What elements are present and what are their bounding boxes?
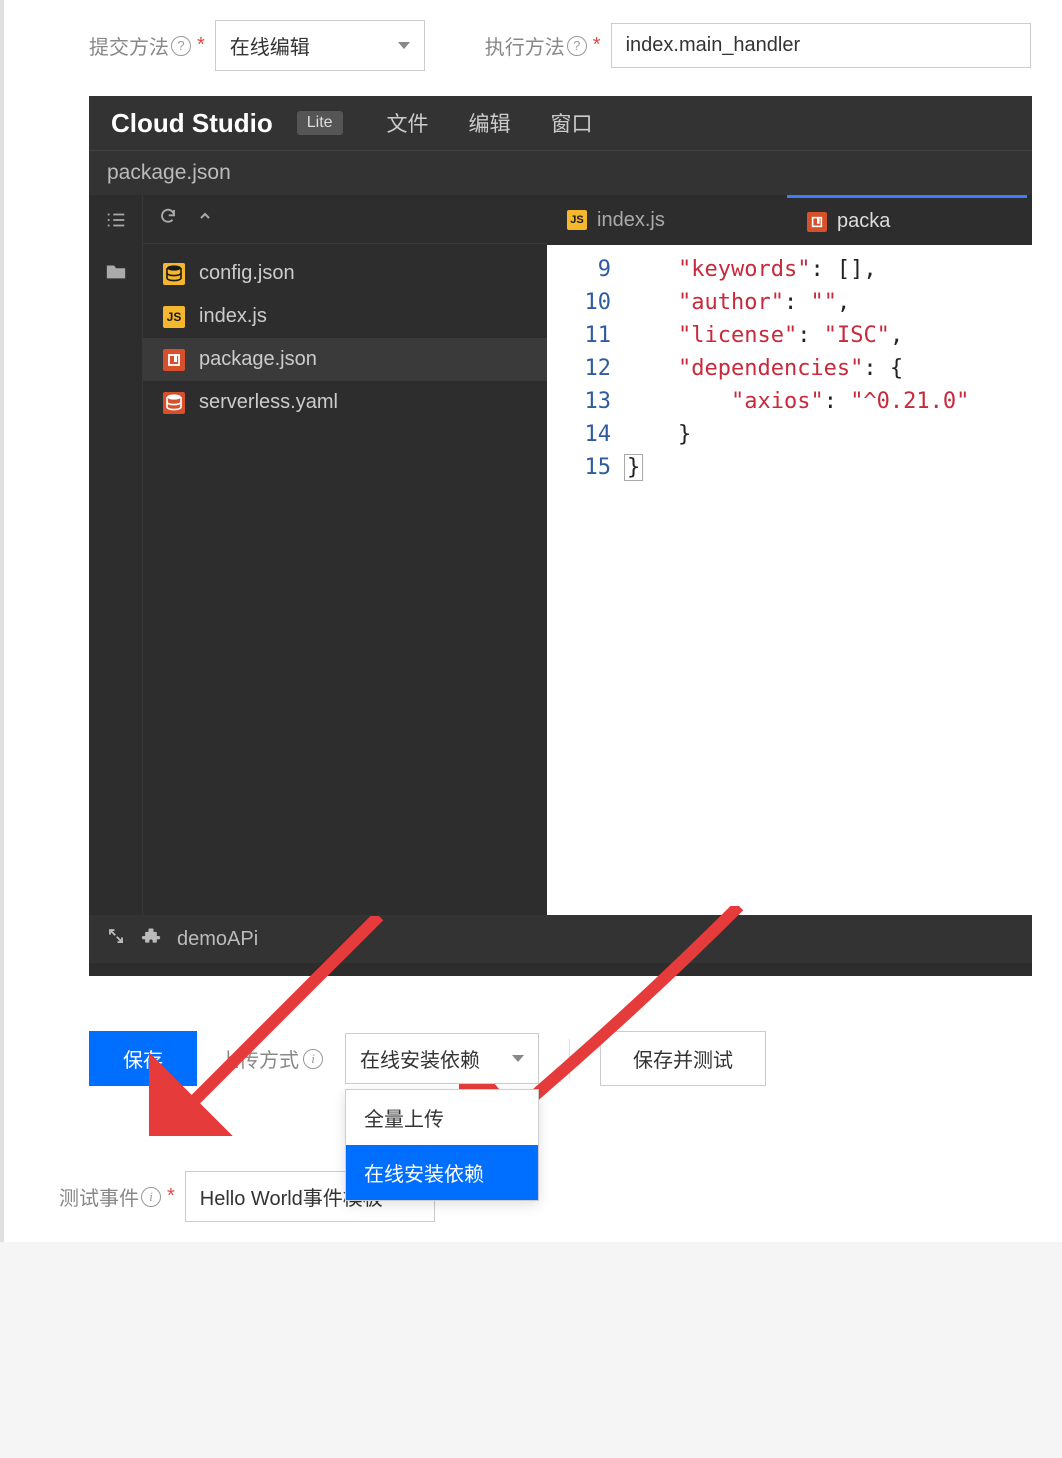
editor-main: JS index.js packa xyxy=(547,195,1032,915)
install-deps-select[interactable]: 在线安装依赖 xyxy=(345,1033,539,1084)
required-star: * xyxy=(167,1185,175,1208)
install-deps-dropdown: 全量上传 在线安装依赖 xyxy=(345,1089,539,1201)
actions-row: 保存 上传方式 i 在线安装依赖 全量上传 在线安装依赖 保 xyxy=(34,976,1032,1111)
submit-method-label: 提交方法 ? * xyxy=(89,31,205,60)
refresh-icon[interactable] xyxy=(159,207,177,231)
editor-menubar: Cloud Studio Lite 文件 编辑 窗口 xyxy=(89,96,1032,150)
npm-icon xyxy=(807,212,827,232)
chevron-down-icon xyxy=(512,1055,524,1062)
menu-window[interactable]: 窗口 xyxy=(551,108,593,138)
help-icon[interactable]: ? xyxy=(567,36,587,56)
menu-edit[interactable]: 编辑 xyxy=(469,108,511,138)
file-item[interactable]: package.json xyxy=(143,338,547,381)
exec-method-input[interactable]: index.main_handler xyxy=(611,23,1031,68)
database-icon xyxy=(163,263,185,285)
help-icon[interactable]: ? xyxy=(171,36,191,56)
tab-package-json[interactable]: packa xyxy=(787,195,1027,245)
submit-exec-row: 提交方法 ? * 在线编辑 执行方法 ? * xyxy=(34,20,1032,71)
required-star: * xyxy=(197,34,205,57)
info-icon[interactable]: i xyxy=(141,1187,161,1207)
file-name: package.json xyxy=(199,348,317,371)
dropdown-option-install-online[interactable]: 在线安装依赖 xyxy=(346,1145,538,1200)
editor-activity-bar xyxy=(89,195,143,915)
file-item[interactable]: JS index.js xyxy=(143,295,547,338)
npm-icon xyxy=(163,349,185,371)
save-button[interactable]: 保存 xyxy=(89,1031,197,1086)
file-name: index.js xyxy=(199,305,267,328)
editor-tabs: JS index.js packa xyxy=(547,195,1032,245)
submit-method-group: 提交方法 ? * 在线编辑 xyxy=(89,20,425,71)
folder-icon[interactable] xyxy=(105,261,127,287)
required-star: * xyxy=(593,34,601,57)
code-area[interactable]: 9101112131415 "keywords": [], "author": … xyxy=(547,245,1032,915)
upload-mode-label: 上传方式 i xyxy=(219,1044,323,1073)
editor-sidebar: config.json JS index.js xyxy=(143,195,547,915)
status-project: demoAPi xyxy=(177,928,258,951)
file-list: config.json JS index.js xyxy=(143,244,547,424)
editor-statusbar: demoAPi xyxy=(89,915,1032,963)
menu-file[interactable]: 文件 xyxy=(387,108,429,138)
exec-method-label: 执行方法 ? * xyxy=(485,31,601,60)
exec-method-group: 执行方法 ? * index.main_handler xyxy=(485,23,1031,68)
tab-index-js[interactable]: JS index.js xyxy=(547,195,787,245)
editor-brand: Cloud Studio xyxy=(111,108,273,139)
editor-pathbar: package.json xyxy=(89,150,1032,195)
test-event-label: 测试事件 i * xyxy=(59,1182,175,1211)
code-editor: Cloud Studio Lite 文件 编辑 窗口 package.json xyxy=(89,96,1032,976)
fullscreen-icon[interactable] xyxy=(107,927,125,951)
file-item[interactable]: serverless.yaml xyxy=(143,381,547,424)
js-icon: JS xyxy=(163,306,185,328)
save-and-test-button[interactable]: 保存并测试 xyxy=(600,1031,766,1086)
collapse-icon[interactable] xyxy=(197,207,213,231)
line-gutter: 9101112131415 xyxy=(547,245,625,915)
lite-badge: Lite xyxy=(297,111,343,135)
info-icon[interactable]: i xyxy=(303,1049,323,1069)
file-item[interactable]: config.json xyxy=(143,252,547,295)
file-name: serverless.yaml xyxy=(199,391,338,414)
dropdown-option-full-upload[interactable]: 全量上传 xyxy=(346,1090,538,1145)
chevron-down-icon xyxy=(398,42,410,49)
code-lines: "keywords": [], "author": "", "license":… xyxy=(625,245,1032,915)
outline-icon[interactable] xyxy=(105,209,127,237)
database-icon xyxy=(163,392,185,414)
js-icon: JS xyxy=(567,210,587,230)
file-name: config.json xyxy=(199,262,295,285)
puzzle-icon[interactable] xyxy=(141,926,161,952)
submit-method-select[interactable]: 在线编辑 xyxy=(215,20,425,71)
divider xyxy=(569,1039,570,1079)
